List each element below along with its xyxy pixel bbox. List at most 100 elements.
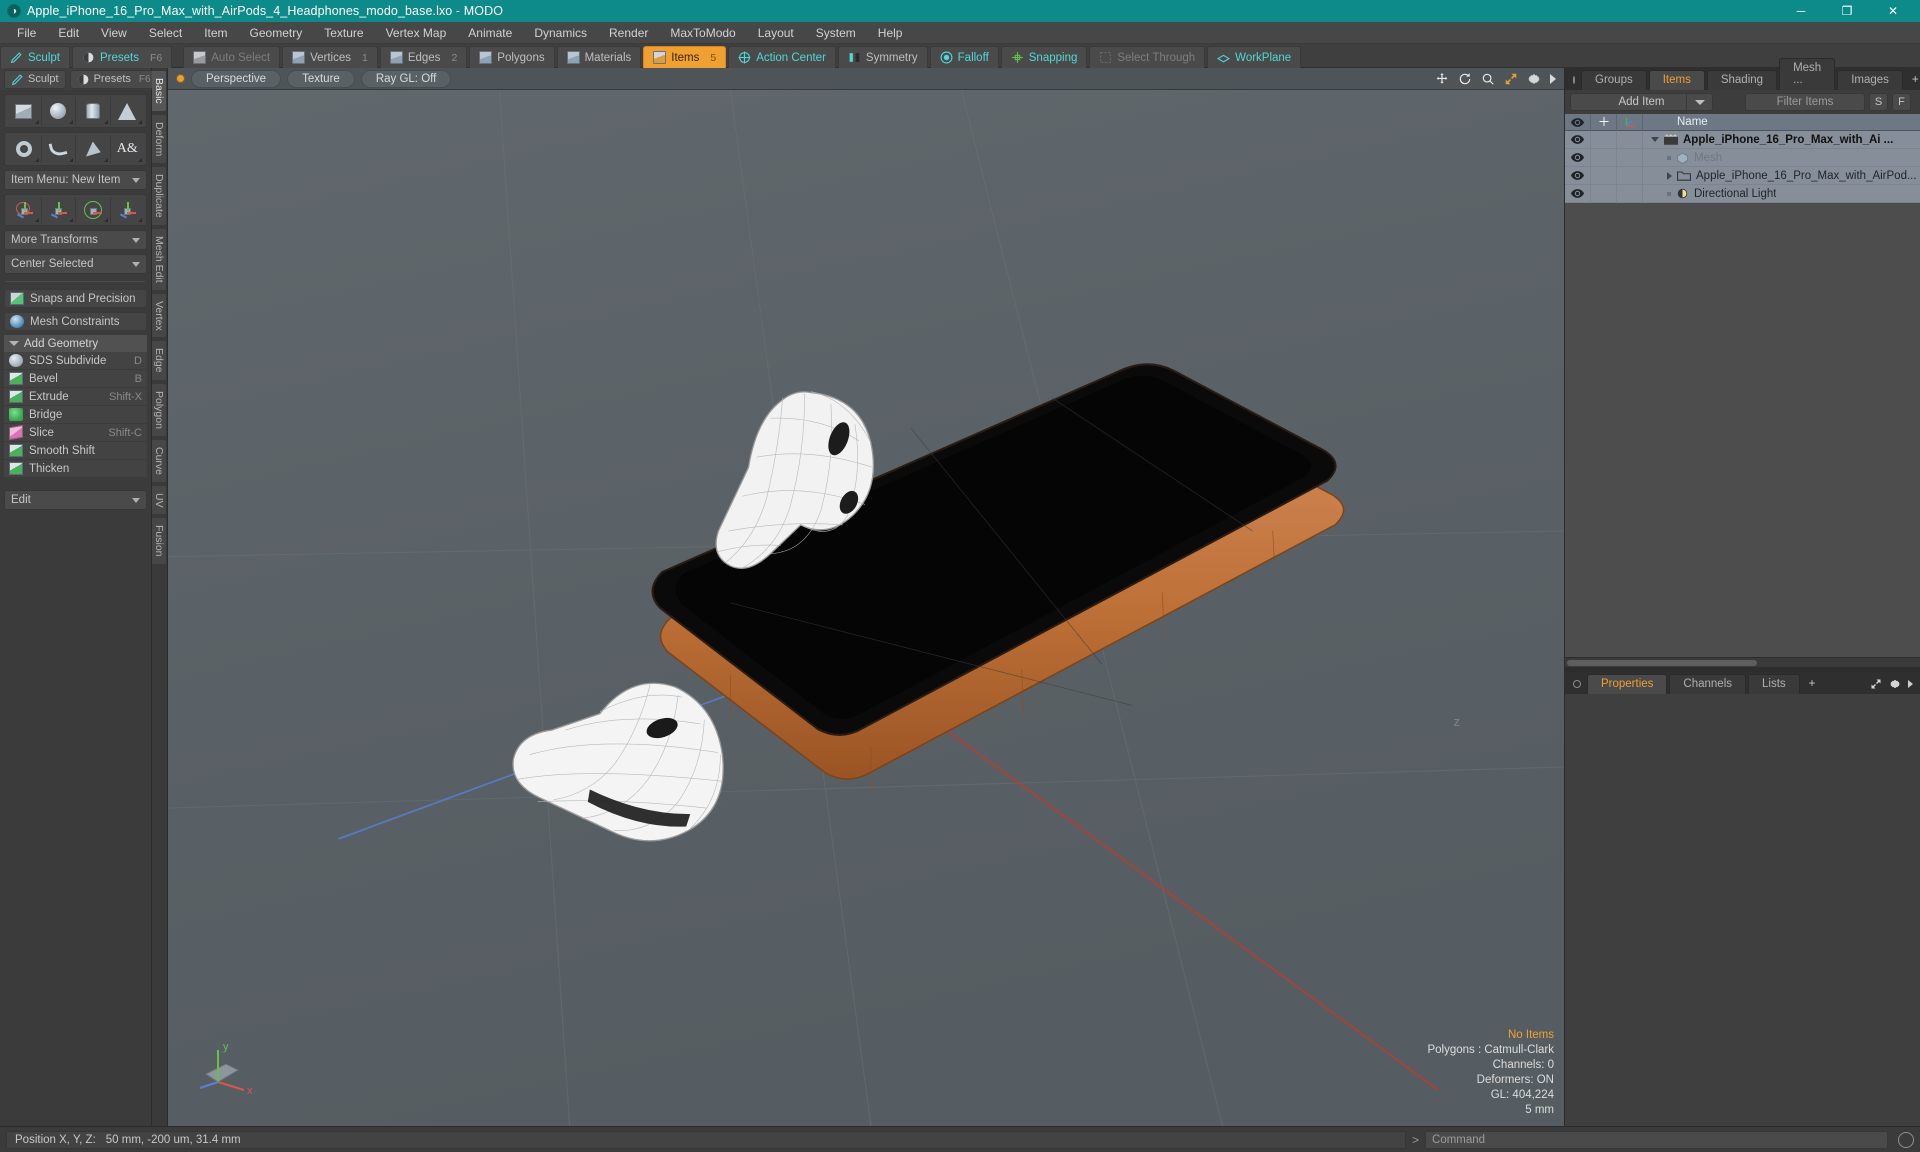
item-axis-cell[interactable] (1617, 184, 1643, 203)
items-list-empty-area[interactable] (1565, 203, 1920, 657)
item-lock-cell[interactable] (1591, 130, 1617, 149)
item-lock-cell[interactable] (1591, 166, 1617, 185)
item-axis-cell[interactable] (1617, 166, 1643, 185)
viewport-raygl-toggle[interactable]: Ray GL: Off (360, 69, 452, 88)
expand-icon[interactable] (1870, 678, 1882, 690)
vertical-tab-fusion[interactable]: Fusion (152, 517, 167, 565)
more-transforms-dropdown[interactable]: More Transforms (4, 230, 147, 250)
zoom-icon[interactable] (1481, 72, 1495, 86)
items-horizontal-scrollbar[interactable] (1565, 657, 1920, 667)
panel-dot-icon[interactable] (1573, 76, 1575, 84)
polygon-tool[interactable] (76, 135, 111, 163)
maximize-button[interactable]: ❐ (1824, 0, 1870, 22)
item-lock-cell[interactable] (1591, 184, 1617, 203)
move-tool[interactable] (7, 197, 42, 223)
vertical-tab-polygon[interactable]: Polygon (152, 382, 167, 437)
snaps-and-precision-button[interactable]: Snaps and Precision (4, 289, 147, 308)
geometry-tool-smooth-shift[interactable]: Smooth Shift (4, 442, 147, 460)
menu-render[interactable]: Render (598, 22, 659, 44)
left-panel-presets-button[interactable]: Presets F6 (69, 69, 158, 89)
torus-primitive[interactable] (7, 135, 42, 163)
viewport-active-dot[interactable] (176, 74, 185, 83)
sphere-primitive[interactable] (42, 97, 76, 125)
item-row[interactable]: Apple_iPhone_16_Pro_Max_with_Ai ... (1565, 130, 1920, 149)
menu-geometry[interactable]: Geometry (239, 22, 314, 44)
mode-button-symmetry[interactable]: Symmetry (837, 46, 928, 68)
properties-tab-properties[interactable]: Properties (1587, 674, 1668, 694)
visibility-toggle[interactable] (1565, 184, 1591, 203)
transform-tool[interactable] (111, 197, 145, 223)
add-properties-tab-button[interactable]: + (1802, 675, 1823, 694)
mode-button-falloff[interactable]: Falloff (929, 46, 999, 68)
right-tab-mesh[interactable]: Mesh ... (1779, 58, 1836, 90)
mode-button-polygons[interactable]: Polygons (469, 46, 555, 68)
mode-button-snapping[interactable]: Snapping (1000, 46, 1088, 68)
viewport-canvas[interactable]: z y x No Items Polygons : Catmull-Clark … (168, 90, 1564, 1126)
add-item-button[interactable]: Add Item (1570, 93, 1713, 111)
vertical-tab-mesh-edit[interactable]: Mesh Edit (152, 227, 167, 291)
item-lock-cell[interactable] (1591, 148, 1617, 167)
minimize-button[interactable]: ─ (1778, 0, 1824, 22)
item-axis-cell[interactable] (1617, 130, 1643, 149)
add-geometry-header[interactable]: Add Geometry (4, 335, 147, 352)
right-tab-images[interactable]: Images (1837, 70, 1903, 90)
rotate-tool[interactable] (76, 197, 111, 223)
expander-expand-icon[interactable] (1667, 171, 1672, 180)
gear-icon[interactable] (1889, 678, 1901, 690)
chevron-right-icon[interactable] (1908, 680, 1913, 688)
fit-icon[interactable] (1504, 72, 1518, 86)
text-tool[interactable]: A& (111, 135, 145, 163)
left-panel-sculpt-button[interactable]: Sculpt (4, 69, 66, 89)
mode-button-select-through[interactable]: Select Through (1089, 46, 1206, 68)
filter-f-button[interactable]: F (1892, 93, 1911, 111)
cylinder-primitive[interactable] (76, 97, 111, 125)
scrollbar-thumb[interactable] (1567, 660, 1757, 666)
mode-button-edges[interactable]: Edges 2 (379, 46, 468, 68)
menu-edit[interactable]: Edit (47, 22, 90, 44)
vertical-tab-duplicate[interactable]: Duplicate (152, 166, 167, 226)
right-tab-shading[interactable]: Shading (1706, 70, 1778, 90)
mode-button-materials[interactable]: Materials (556, 46, 642, 68)
geometry-tool-thicken[interactable]: Thicken (4, 460, 147, 478)
item-row[interactable]: Apple_iPhone_16_Pro_Max_with_AirPod... (1565, 166, 1920, 185)
command-execute-button[interactable] (1898, 1131, 1914, 1148)
menu-file[interactable]: File (6, 22, 47, 44)
menu-system[interactable]: System (805, 22, 867, 44)
vertical-tab-curve[interactable]: Curve (152, 438, 167, 483)
mode-button-vertices[interactable]: Vertices 1 (282, 46, 378, 68)
mesh-constraints-button[interactable]: Mesh Constraints (4, 312, 147, 331)
right-tab-groups[interactable]: Groups (1581, 70, 1647, 90)
menu-layout[interactable]: Layout (747, 22, 805, 44)
geometry-tool-sds-subdivide[interactable]: SDS Subdivide D (4, 352, 147, 370)
menu-animate[interactable]: Animate (457, 22, 523, 44)
viewport-mode-perspective[interactable]: Perspective (191, 69, 282, 88)
geometry-tool-slice[interactable]: Slice Shift-C (4, 424, 147, 442)
right-tab-items[interactable]: Items (1648, 70, 1705, 90)
visibility-toggle[interactable] (1565, 166, 1591, 185)
filter-items-input[interactable]: Filter Items (1745, 93, 1865, 111)
pan-icon[interactable] (1435, 72, 1449, 86)
geometry-tool-bevel[interactable]: Bevel B (4, 370, 147, 388)
vertical-tab-deform[interactable]: Deform (152, 113, 167, 165)
vertical-tab-edge[interactable]: Edge (152, 340, 167, 381)
vertical-tab-vertex[interactable]: Vertex (152, 292, 167, 339)
item-row[interactable]: Directional Light (1565, 184, 1920, 203)
geometry-tool-bridge[interactable]: Bridge (4, 406, 147, 424)
curve-tool[interactable] (42, 135, 76, 163)
viewport-shading-texture[interactable]: Texture (287, 69, 355, 88)
cube-primitive[interactable] (7, 97, 42, 125)
mode-button-workplane[interactable]: WorkPlane (1207, 46, 1302, 68)
close-button[interactable]: ✕ (1870, 0, 1916, 22)
menu-view[interactable]: View (90, 22, 138, 44)
chevron-right-icon[interactable] (1550, 73, 1556, 84)
panel-dot-icon[interactable] (1573, 680, 1581, 688)
menu-item[interactable]: Item (193, 22, 238, 44)
menu-vertex-map[interactable]: Vertex Map (375, 22, 458, 44)
mode-button-action-center[interactable]: Action Center (728, 46, 836, 68)
mode-button-items[interactable]: Items 5 (643, 46, 727, 68)
mode-button-sculpt[interactable]: Sculpt (0, 46, 70, 68)
visibility-toggle[interactable] (1565, 130, 1591, 149)
mode-button-auto-select[interactable]: Auto Select (183, 46, 281, 68)
menu-help[interactable]: Help (867, 22, 914, 44)
properties-tab-channels[interactable]: Channels (1669, 674, 1747, 694)
